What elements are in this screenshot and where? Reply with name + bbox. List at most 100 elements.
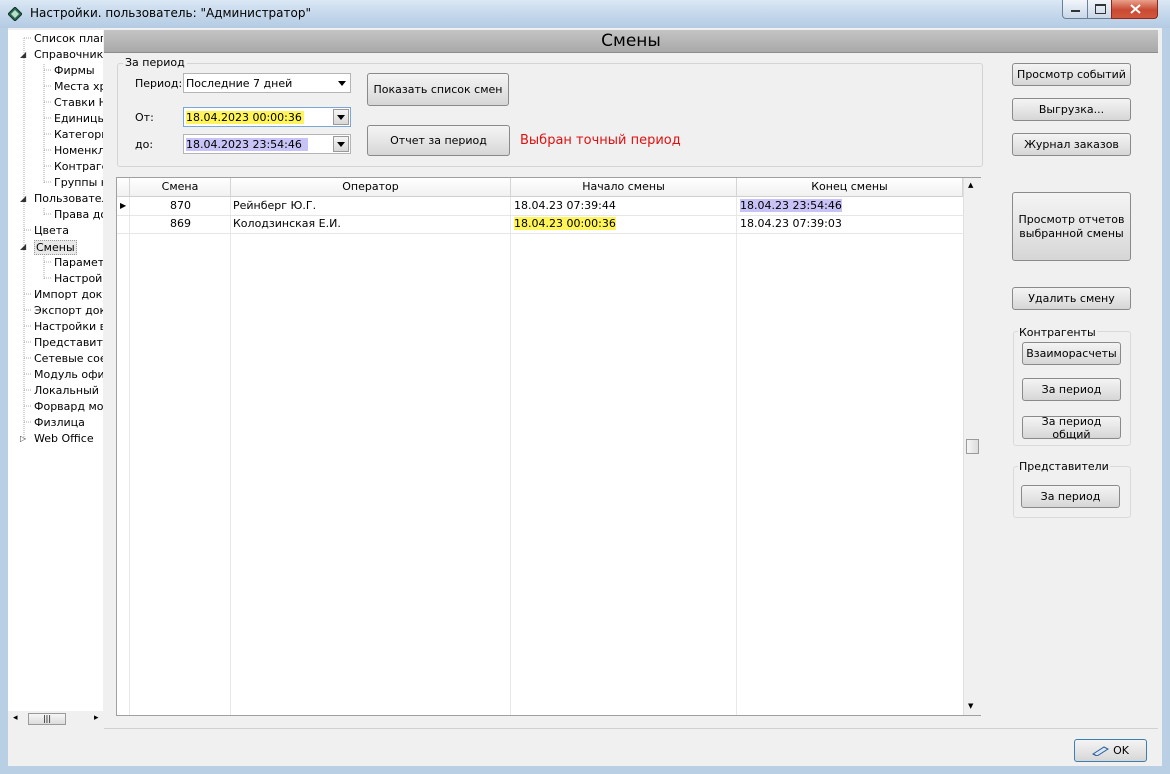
shifts-grid[interactable]: Смена Оператор Начало смены Конец смены … [116, 177, 981, 716]
column-header-end[interactable]: Конец смены [737, 178, 963, 196]
tree-item[interactable]: Справочники [34, 48, 103, 61]
tree-item[interactable]: Категории [54, 128, 103, 141]
export-button[interactable]: Выгрузка... [1012, 98, 1131, 121]
chevron-down-icon [338, 81, 346, 86]
tree-item[interactable]: Импорт документов [34, 288, 103, 301]
cell-end: 18.04.23 07:39:03 [740, 217, 842, 230]
window-title: Настройки. пользователь: "Администратор" [30, 6, 311, 20]
tree-item[interactable]: Цвета [34, 224, 69, 237]
tree-item[interactable]: Физлица [34, 416, 85, 429]
page-title: Смены [601, 31, 661, 51]
ok-button[interactable]: OK [1074, 739, 1147, 762]
tree-expanded-icon[interactable]: ◢ [20, 242, 26, 251]
cell-end-highlight: 18.04.23 23:54:46 [740, 199, 842, 212]
tree-item[interactable]: Единицы измерения [54, 112, 103, 125]
scroll-up-icon[interactable]: ▲ [968, 181, 973, 189]
settings-tree[interactable]: Список плагинов Справочники ◢ Фирмы Места хр… [8, 30, 103, 712]
scroll-left-icon[interactable]: ◂ [13, 713, 18, 723]
chevron-down-icon [337, 115, 345, 120]
ok-button-label: OK [1113, 744, 1129, 757]
minimize-button[interactable] [1062, 0, 1088, 19]
tree-item[interactable]: Форвард мобайл [34, 400, 103, 413]
tree-item[interactable]: Права доступа [54, 208, 103, 221]
tree-item[interactable]: Сетевые соединения [34, 352, 103, 365]
column-header-operator[interactable]: Оператор [231, 178, 511, 196]
tree-item[interactable]: Экспорт документов [34, 304, 103, 317]
cell-start: 18.04.23 00:00:36 [514, 215, 736, 233]
maximize-icon [1095, 4, 1106, 14]
tree-item[interactable]: Web Office [34, 432, 94, 445]
minimize-icon [1071, 10, 1080, 12]
tree-item[interactable]: Настройки [54, 272, 103, 285]
cell-operator: Колодзинская Е.И. [233, 217, 341, 230]
cell-start-highlight: 18.04.23 00:00:36 [514, 217, 616, 230]
contractors-group-title: Контрагенты [1018, 326, 1097, 339]
contractors-period-button[interactable]: За период [1022, 378, 1121, 401]
contractors-period-total-button[interactable]: За период общий [1022, 415, 1121, 441]
representatives-period-button[interactable]: За период [1021, 485, 1120, 508]
tree-item[interactable]: Список плагинов [34, 32, 103, 45]
page-header: Смены [104, 30, 1158, 53]
cell-shift: 869 [170, 217, 191, 230]
grid-column-line [129, 178, 130, 715]
chevron-down-icon [337, 142, 345, 147]
grid-column-line [736, 178, 737, 715]
settlements-button[interactable]: Взаиморасчеты [1022, 342, 1121, 365]
tree-item[interactable]: Локальный сервер [34, 384, 103, 397]
scroll-right-icon[interactable]: ▸ [94, 713, 99, 723]
to-dropdown-button[interactable] [333, 136, 349, 152]
tree-item[interactable]: Параметры [54, 256, 103, 269]
tree-item[interactable]: Ставки НДС [54, 96, 103, 109]
tree-item[interactable]: Места хранения [54, 80, 103, 93]
grid-vertical-scrollbar[interactable]: ▲ ▼ [963, 178, 981, 715]
cell-end: 18.04.23 23:54:46 [740, 197, 962, 215]
to-datetime-value: 18.04.2023 23:54:46 [186, 138, 308, 151]
grid-column-line [230, 178, 231, 715]
maximize-button[interactable] [1087, 0, 1112, 19]
period-report-button[interactable]: Отчет за период [367, 125, 510, 156]
from-datetime-field[interactable]: 18.04.2023 00:00:36 [183, 107, 351, 127]
column-header-start[interactable]: Начало смены [511, 178, 737, 196]
delete-shift-button[interactable]: Удалить смену [1012, 287, 1131, 310]
tree-item[interactable]: Фирмы [54, 64, 95, 77]
tree-item[interactable]: Смены [34, 240, 77, 255]
tree-item[interactable]: Настройки внешнего вида [34, 320, 103, 333]
footer-separator [104, 728, 1158, 729]
to-datetime-field[interactable]: 18.04.2023 23:54:46 [183, 134, 351, 154]
tree-item[interactable]: Контрагенты [54, 160, 103, 173]
period-select[interactable]: Последние 7 дней [183, 73, 351, 93]
grid-scroll-thumb[interactable] [966, 439, 979, 454]
representatives-group-title: Представители [1018, 460, 1110, 473]
period-label: Период: [135, 77, 183, 90]
cell-shift: 870 [170, 199, 191, 212]
period-status-text: Выбран точный период [520, 133, 681, 148]
tree-item[interactable]: Группы номенклатуры [54, 176, 103, 189]
cell-start: 18.04.23 07:39:44 [514, 199, 616, 212]
from-dropdown-button[interactable] [333, 109, 349, 125]
view-events-button[interactable]: Просмотр событий [1012, 63, 1131, 86]
tree-item[interactable]: Модуль офиса [34, 368, 103, 381]
tree-item[interactable]: Пользователи [34, 192, 103, 205]
tree-item[interactable]: Номенклатура [54, 144, 103, 157]
from-label: От: [135, 111, 154, 124]
period-select-value: Последние 7 дней [186, 77, 293, 90]
tree-scroll-thumb[interactable]: ||| [28, 713, 66, 725]
tree-collapsed-icon[interactable]: ▷ [20, 434, 26, 443]
tree-expanded-icon[interactable]: ◢ [20, 50, 26, 59]
tree-item[interactable]: Представители [34, 336, 103, 349]
table-row[interactable]: 869 Колодзинская Е.И. 18.04.23 00:00:36 18.… [117, 215, 963, 234]
close-button[interactable] [1111, 0, 1158, 19]
orders-journal-button[interactable]: Журнал заказов [1012, 133, 1131, 156]
table-row[interactable]: ▶ 870 Рейнберг Ю.Г. 18.04.23 07:39:44 18.04.… [117, 197, 963, 216]
grid-header: Смена Оператор Начало смены Конец смены [117, 178, 963, 197]
ok-pencil-icon [1092, 745, 1110, 756]
column-header-shift[interactable]: Смена [130, 178, 231, 196]
tree-horizontal-scrollbar[interactable]: ◂ ||| ▸ [8, 711, 103, 728]
view-shift-reports-button[interactable]: Просмотр отчетов выбранной смены [1012, 192, 1131, 261]
tree-expanded-icon[interactable]: ◢ [20, 194, 26, 203]
show-shifts-button[interactable]: Показать список смен [367, 73, 509, 106]
to-label: до: [135, 138, 154, 151]
period-group-title: За период [123, 56, 187, 69]
grid-corner-cell [117, 178, 130, 196]
scroll-down-icon[interactable]: ▼ [968, 702, 973, 710]
